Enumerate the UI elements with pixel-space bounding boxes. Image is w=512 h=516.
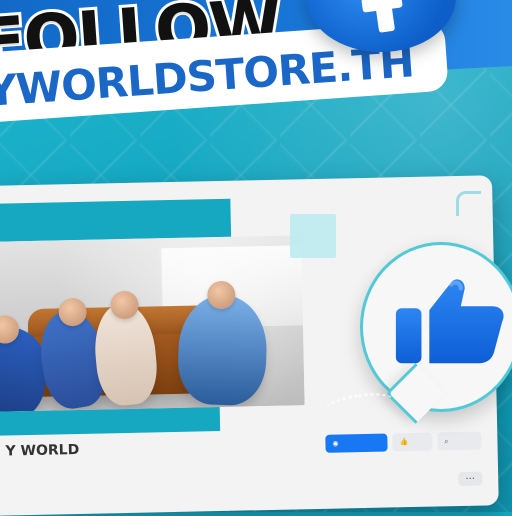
like-button[interactable]: 👍 xyxy=(392,433,432,452)
follow-button[interactable]: ◉ xyxy=(325,434,387,453)
search-icon: ⌕ xyxy=(444,437,448,446)
decor-square xyxy=(290,214,336,258)
cover-bottom-strip xyxy=(0,407,220,436)
more-options-button[interactable]: ··· xyxy=(458,472,482,486)
cover-photo xyxy=(0,235,305,412)
thumbs-up-icon xyxy=(390,270,508,370)
thumbs-up-icon-small: 👍 xyxy=(399,438,408,446)
messenger-icon: ◉ xyxy=(332,440,338,448)
decor-corner-curve xyxy=(456,191,481,216)
page-name: Y WORLD xyxy=(5,442,79,460)
cover-top-strip xyxy=(0,199,231,242)
search-button[interactable]: ⌕ xyxy=(437,432,481,451)
page-tabs xyxy=(6,492,60,497)
